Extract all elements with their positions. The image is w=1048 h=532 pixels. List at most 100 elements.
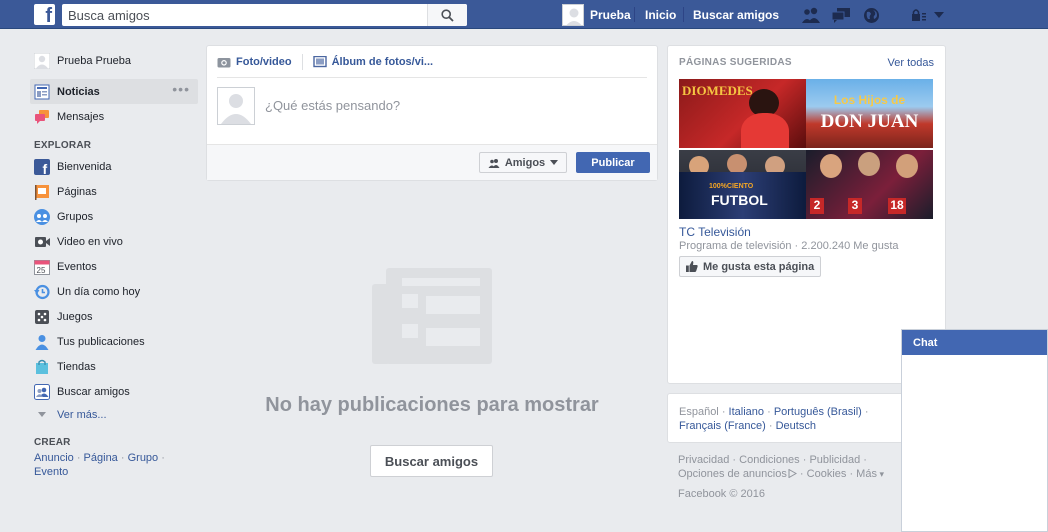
tab-label: Foto/video (236, 55, 292, 68)
tab-photo-album[interactable]: Álbum de fotos/vi... (312, 55, 443, 68)
sidebar-item-games[interactable]: Juegos (30, 304, 198, 329)
composer-body[interactable]: ¿Qué estás pensando? (217, 87, 647, 127)
more-options-icon[interactable]: ••• (172, 82, 190, 96)
default-avatar-icon (218, 88, 254, 124)
language-link[interactable]: Italiano (729, 406, 764, 418)
like-page-label: Me gusta esta página (703, 260, 815, 273)
user-avatar[interactable] (562, 4, 584, 26)
find-friends-link[interactable]: Buscar amigos (693, 8, 779, 22)
chevron-down-icon (34, 407, 50, 423)
language-link[interactable]: Français (France) (679, 420, 766, 432)
sidebar-item-label: Noticias (57, 85, 100, 98)
shop-bag-icon (34, 359, 50, 375)
tab-photo-video[interactable]: Foto/video (217, 56, 302, 68)
composer-input[interactable]: ¿Qué estás pensando? (265, 98, 400, 113)
composer-avatar (217, 87, 255, 125)
photo-album-icon (312, 55, 327, 67)
games-icon (34, 309, 50, 325)
suggested-page-name[interactable]: TC Televisión (679, 225, 751, 239)
account-menu-button[interactable] (932, 5, 946, 25)
sidebar-item-on-this-day[interactable]: Un día como hoy (30, 279, 198, 304)
publish-button[interactable]: Publicar (576, 152, 650, 173)
suggested-page-image[interactable]: 100%CIENTO FUTBOL (679, 150, 806, 219)
news-feed-icon (34, 84, 50, 100)
sidebar-item-label: Tiendas (57, 360, 96, 373)
find-friends-button[interactable]: Buscar amigos (370, 445, 493, 477)
sidebar-item-find-friends[interactable]: Buscar amigos (30, 379, 198, 404)
language-link[interactable]: Deutsch (776, 420, 816, 432)
sidebar-item-pages[interactable]: Páginas (30, 179, 198, 204)
messages-icon (831, 8, 850, 23)
sidebar-item-profile[interactable]: Prueba Prueba (30, 48, 198, 73)
sidebar-item-groups[interactable]: Grupos (30, 204, 198, 229)
sidebar-item-shops[interactable]: Tiendas (30, 354, 198, 379)
create-group-link[interactable]: Grupo (128, 452, 159, 464)
nav-divider (634, 7, 635, 22)
messages-icon (34, 109, 50, 125)
person-icon (34, 334, 50, 350)
footer-link[interactable]: Más (856, 468, 877, 480)
sidebar-item-label: Páginas (57, 185, 97, 198)
tile-text: 2 (810, 198, 824, 214)
like-page-button[interactable]: Me gusta esta página (679, 256, 821, 277)
live-video-icon (34, 234, 50, 250)
sidebar-item-label: Video en vivo (57, 235, 123, 248)
sidebar-item-label: Un día como hoy (57, 285, 141, 298)
messages-button[interactable] (830, 5, 852, 25)
friends-icon (488, 158, 500, 168)
tile-text: FUTBOL (711, 192, 768, 208)
sidebar-item-events[interactable]: 25 Eventos (30, 254, 198, 279)
profile-link[interactable]: Prueba (590, 8, 631, 22)
language-link[interactable]: Português (Brasil) (774, 406, 862, 418)
friend-requests-button[interactable] (800, 5, 822, 25)
sidebar-item-your-posts[interactable]: Tus publicaciones (30, 329, 198, 354)
facebook-logo[interactable]: f (34, 4, 55, 25)
sidebar-item-messages[interactable]: Mensajes (30, 104, 198, 129)
create-page-link[interactable]: Página (84, 452, 118, 464)
sidebar-item-label: Prueba Prueba (57, 54, 131, 67)
sidebar-item-label: Buscar amigos (57, 385, 130, 398)
audience-label: Amigos (504, 156, 546, 169)
globe-icon (863, 7, 879, 23)
footer-link[interactable]: Privacidad (678, 454, 729, 466)
lock-icon (912, 9, 926, 21)
see-more-link[interactable]: Ver más... (30, 404, 198, 426)
footer-link[interactable]: Publicidad (809, 454, 860, 466)
suggested-page-image[interactable]: DIOMEDES (679, 79, 806, 148)
sidebar-item-label: Bienvenida (57, 160, 112, 173)
tile-text: 100%CIENTO (709, 183, 754, 190)
create-section-header: CREAR (34, 437, 71, 448)
audience-selector[interactable]: Amigos (479, 152, 567, 173)
sidebar-item-live-video[interactable]: Video en vivo (30, 229, 198, 254)
create-ad-link[interactable]: Anuncio (34, 452, 74, 464)
create-event-link[interactable]: Evento (34, 466, 68, 478)
suggested-page-image[interactable]: Los Hijos de DON JUAN (806, 79, 933, 148)
suggested-page-image[interactable]: 2 3 18 (806, 150, 933, 219)
calendar-icon: 25 (34, 259, 50, 275)
left-navigation: Prueba Prueba Noticias ••• Mensajes EXPL… (30, 48, 198, 479)
empty-feed-title: No hay publicaciones para mostrar (265, 394, 599, 416)
footer-link[interactable]: Cookies (807, 468, 847, 480)
notifications-button[interactable] (860, 5, 882, 25)
explore-section-header: EXPLORAR (34, 140, 92, 151)
home-link[interactable]: Inicio (645, 8, 676, 22)
composer-footer: Amigos Publicar (207, 144, 657, 180)
tile-text: 18 (888, 198, 906, 214)
footer-link[interactable]: Condiciones (739, 454, 800, 466)
privacy-shortcuts-button[interactable] (910, 5, 928, 25)
tile-text: 3 (848, 198, 862, 214)
search-input[interactable] (68, 6, 418, 24)
sidebar-item-label: Juegos (57, 310, 93, 323)
search-button[interactable] (427, 4, 467, 26)
sidebar-item-welcome[interactable]: f Bienvenida (30, 154, 198, 179)
post-composer: Foto/video Álbum de fotos/vi... ¿Qué est… (206, 45, 658, 181)
see-all-link[interactable]: Ver todas (888, 57, 934, 69)
footer-link[interactable]: Opciones de anuncios (678, 468, 787, 480)
create-links: Anuncio · Página · Grupo · Evento (34, 452, 165, 478)
on-this-day-icon (34, 284, 50, 300)
thumbs-up-icon (686, 261, 698, 272)
ad-choices-icon (788, 468, 797, 479)
chat-sidebar: Chat (901, 329, 1048, 532)
sidebar-item-news-feed[interactable]: Noticias ••• (30, 79, 198, 104)
chat-header[interactable]: Chat (902, 330, 1047, 355)
